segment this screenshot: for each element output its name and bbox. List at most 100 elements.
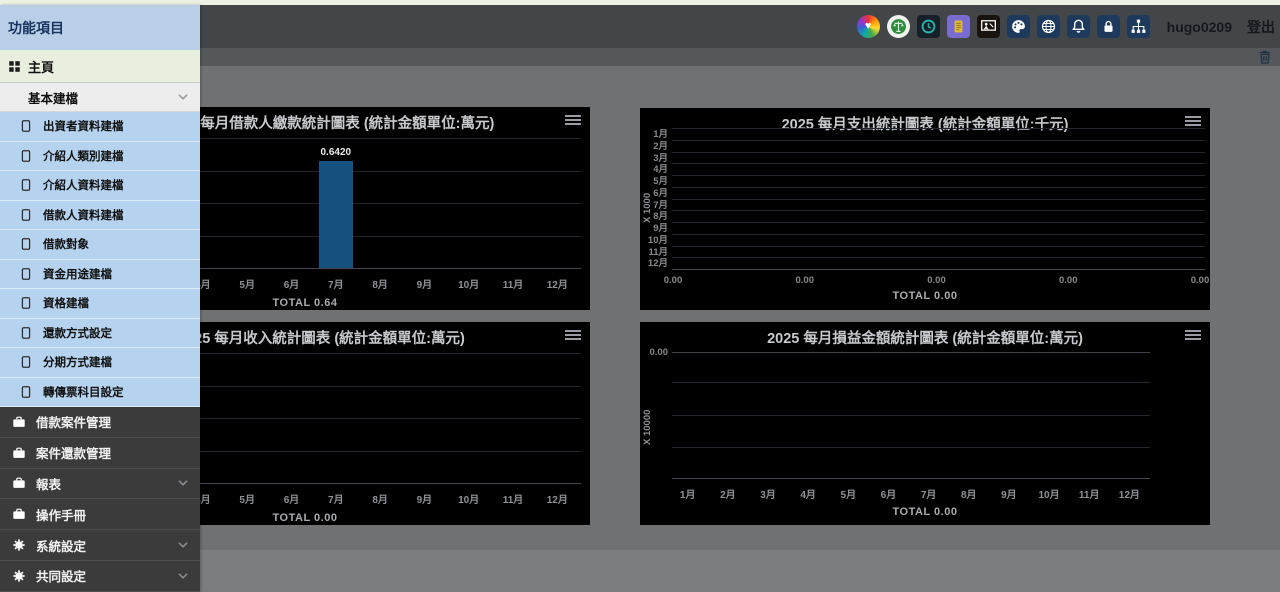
gridline: [672, 163, 1205, 164]
chart-title: 2025 每月收入統計圖表 (統計金額單位:萬元): [178, 327, 465, 348]
clipboard-icon: [21, 385, 31, 399]
scales-icon[interactable]: [887, 15, 910, 38]
x-axis-line: [672, 478, 1150, 479]
sidebar-item-label: 介紹人類別建檔: [43, 148, 124, 164]
sidebar-menu: 主頁基本建檔出資者資料建檔介紹人類別建檔介紹人資料建檔借款人資料建檔借款對象資金…: [0, 50, 200, 592]
sidebar-item[interactable]: 分期方式建檔: [0, 348, 200, 378]
sidebar-item-label: 報表: [36, 474, 61, 493]
x-axis-label: 11月: [499, 491, 527, 506]
clipboard-icon: [21, 355, 31, 369]
x-axis-label: 12月: [543, 276, 571, 291]
zero-line: [672, 352, 1150, 353]
chart-panel-profit: 2025 每月損益金額統計圖表 (統計金額單位:萬元)0.00X 100001月…: [640, 322, 1210, 525]
x-axis-label: 10月: [455, 276, 483, 291]
gridline: [672, 128, 1205, 129]
briefcase-icon: [12, 507, 26, 521]
gear-icon: [12, 538, 26, 552]
sidebar-item[interactable]: 資金用途建檔: [0, 260, 200, 290]
chart-menu-icon[interactable]: [1185, 330, 1201, 342]
sidebar-item[interactable]: 借款對象: [0, 230, 200, 260]
chart-menu-icon[interactable]: [565, 115, 581, 127]
sidebar-item[interactable]: 借款人資料建檔: [0, 201, 200, 231]
sidebar-item[interactable]: 系統設定: [0, 530, 200, 561]
sidebar-item[interactable]: 介紹人資料建檔: [0, 171, 200, 201]
sidebar-item[interactable]: 轉傳票科目設定: [0, 378, 200, 408]
sidebar-item[interactable]: 出資者資料建檔: [0, 112, 200, 142]
x-axis-label: 9月: [410, 491, 438, 506]
x-axis-tick: 0.00: [1053, 275, 1083, 286]
clipboard-icon: [21, 237, 31, 251]
chart-panel-expense: 2025 每月支出統計圖表 (統計金額單位:千元)X 10001月2月3月4月5…: [640, 108, 1210, 310]
sidebar-item[interactable]: 基本建檔: [0, 83, 200, 112]
x-axis-label: 6月: [278, 491, 306, 506]
briefcase-icon: [12, 415, 26, 429]
x-axis-tick: 0.00: [1185, 275, 1215, 286]
sidebar-item[interactable]: 主頁: [0, 50, 200, 83]
sidebar-item-label: 資格建檔: [43, 295, 89, 311]
logout-button[interactable]: 登出: [1247, 17, 1275, 37]
x-axis-label: 9月: [995, 486, 1023, 501]
briefcase-icon: [12, 446, 26, 460]
x-axis-label: 10月: [1035, 486, 1063, 501]
x-axis-label: 11月: [1075, 486, 1103, 501]
x-axis-label: 3月: [754, 486, 782, 501]
scroll-icon[interactable]: [947, 15, 970, 38]
sidebar-item[interactable]: 介紹人類別建檔: [0, 142, 200, 172]
gridline: [672, 210, 1205, 211]
chart-menu-icon[interactable]: [565, 330, 581, 342]
trash-icon[interactable]: [1257, 49, 1273, 65]
gridline: [672, 415, 1150, 416]
clipboard-icon: [21, 149, 31, 163]
chart-total-label: TOTAL 0.00: [640, 290, 1210, 302]
sidebar-item[interactable]: 共同設定: [0, 561, 200, 592]
screen: ♥ hugo0209 登出 2025 每月借款人繳款統計圖表 (統計金額單位:萬…: [0, 0, 1280, 592]
palette-icon[interactable]: [1007, 15, 1030, 38]
x-axis-tick: 0.00: [922, 275, 952, 286]
gridline: [672, 246, 1205, 247]
x-axis-label: 5月: [834, 486, 862, 501]
sidebar: 功能項目 主頁基本建檔出資者資料建檔介紹人類別建檔介紹人資料建檔借款人資料建檔借…: [0, 5, 200, 592]
sidebar-item[interactable]: 案件還款管理: [0, 438, 200, 469]
sidebar-item[interactable]: 操作手冊: [0, 499, 200, 530]
x-axis-label: 12月: [543, 491, 571, 506]
y-axis-multiplier-label: X 10000: [642, 382, 653, 472]
clipboard-icon: [21, 326, 31, 340]
chevron-down-icon: [178, 94, 188, 100]
sidebar-item-label: 主頁: [28, 57, 54, 76]
x-axis-label: 7月: [915, 486, 943, 501]
clipboard-icon: [21, 208, 31, 222]
briefcase-icon: [12, 476, 26, 490]
sitemap-icon[interactable]: [1127, 15, 1150, 38]
chart-title: 2025 每月損益金額統計圖表 (統計金額單位:萬元): [640, 327, 1210, 348]
gridline: [672, 199, 1205, 200]
brand-logo-icon[interactable]: ♥: [857, 15, 880, 38]
chart-menu-icon[interactable]: [1185, 116, 1201, 128]
sidebar-item-label: 資金用途建檔: [43, 266, 112, 282]
gridline: [672, 447, 1150, 448]
sidebar-item-label: 借款對象: [43, 236, 89, 252]
heart-glyph: ♥: [865, 21, 872, 32]
x-axis-label: 10月: [455, 491, 483, 506]
clock-icon[interactable]: [917, 15, 940, 38]
sidebar-item-label: 轉傳票科目設定: [43, 384, 124, 400]
gridline: [672, 222, 1205, 223]
gridline: [672, 257, 1205, 258]
x-axis-label: 5月: [233, 491, 261, 506]
sidebar-item[interactable]: 借款案件管理: [0, 407, 200, 438]
bar-7月: [319, 161, 353, 268]
sidebar-title: 功能項目: [0, 5, 200, 50]
sidebar-item[interactable]: 資格建檔: [0, 289, 200, 319]
sidebar-item-label: 借款人資料建檔: [43, 207, 124, 223]
chevron-down-icon: [178, 480, 188, 486]
sidebar-item-label: 借款案件管理: [36, 412, 111, 431]
sidebar-item[interactable]: 報表: [0, 469, 200, 500]
sidebar-item[interactable]: 還款方式設定: [0, 319, 200, 349]
gridline: [672, 187, 1205, 188]
grid-icon: [8, 60, 21, 73]
globe-icon[interactable]: [1037, 15, 1060, 38]
lock-icon[interactable]: [1097, 15, 1120, 38]
presentation-icon[interactable]: [977, 15, 1000, 38]
x-axis-label: 7月: [322, 276, 350, 291]
bell-icon[interactable]: [1067, 15, 1090, 38]
chevron-down-icon: [178, 542, 188, 548]
